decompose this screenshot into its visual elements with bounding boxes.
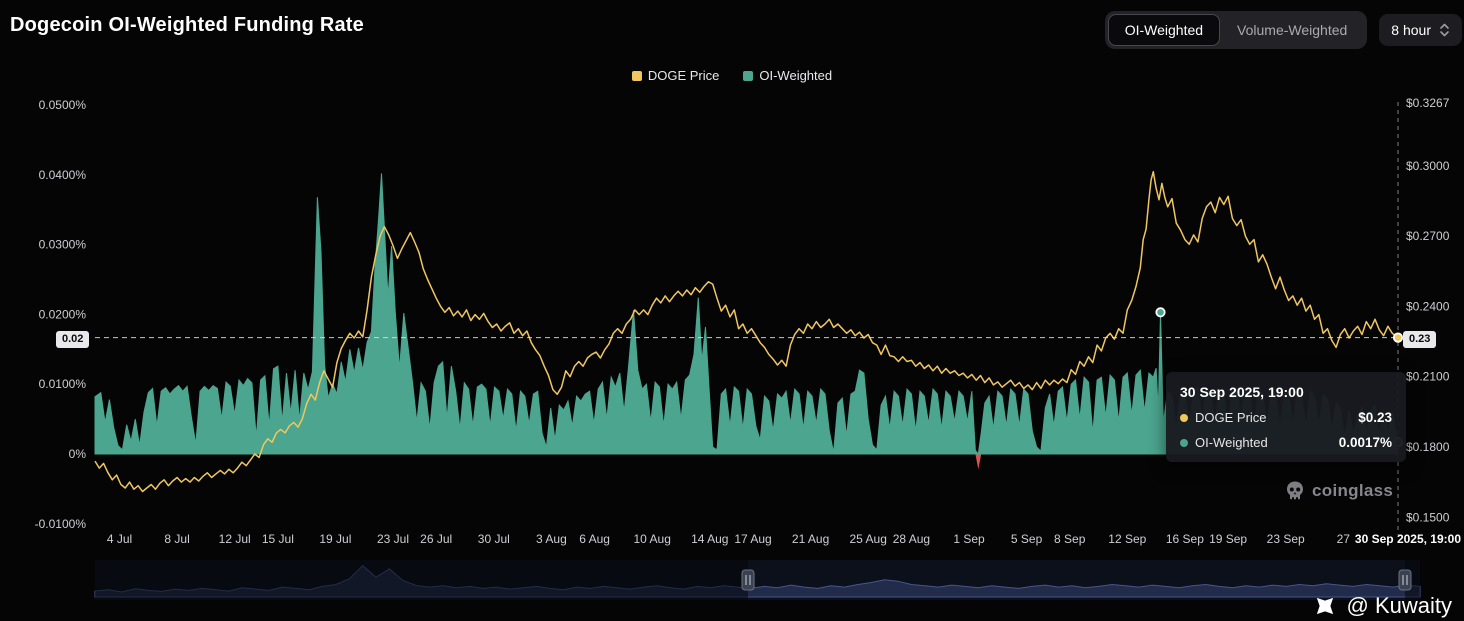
series-marker <box>1394 333 1402 341</box>
x-axis-tick: 3 Aug <box>536 532 567 546</box>
doge-price-dot <box>1180 414 1188 422</box>
x-axis-tick: 10 Aug <box>634 532 671 546</box>
left-axis-tick: 0.0500% <box>39 98 87 112</box>
oi-weighted-swatch <box>743 71 753 81</box>
tooltip-row-doge-price: DOGE Price $0.23 <box>1180 410 1392 425</box>
right-axis-tick: $0.2100 <box>1406 370 1450 384</box>
attribution-text: @ Kuwaity <box>1347 593 1452 619</box>
funding-crosshair-label: 0.02 <box>56 331 89 348</box>
x-axis-tick: 21 Aug <box>792 532 829 546</box>
left-axis-tick: 0.0300% <box>39 238 87 252</box>
price-crosshair-label: 0.23 <box>1403 331 1436 348</box>
current-time-label: 30 Sep 2025, 19:00 <box>1355 532 1461 546</box>
right-axis-tick: $0.1800 <box>1406 440 1450 454</box>
tab-volume-weighted[interactable]: Volume-Weighted <box>1220 14 1364 46</box>
header-controls: OI-Weighted Volume-Weighted 8 hour <box>1105 11 1462 49</box>
right-axis-tick: $0.2700 <box>1406 229 1450 243</box>
x-axis-tick: 8 Sep <box>1054 532 1086 546</box>
funding-rate-page: Dogecoin OI-Weighted Funding Rate OI-Wei… <box>0 0 1464 621</box>
legend-label-oi-weighted: OI-Weighted <box>759 68 832 83</box>
left-axis-tick: 0.0400% <box>39 168 87 182</box>
legend-item-oi-weighted[interactable]: OI-Weighted <box>743 68 832 83</box>
x-axis-tick: 23 Sep <box>1267 532 1305 546</box>
tooltip-row-oi-weighted: OI-Weighted 0.0017% <box>1180 435 1392 450</box>
x-axis-tick: 30 Jul <box>478 532 510 546</box>
x-axis-tick: 6 Aug <box>579 532 610 546</box>
attribution: @ Kuwaity <box>1312 593 1452 619</box>
tooltip-value-doge-price: $0.23 <box>1358 410 1392 425</box>
x-axis-tick: 14 Aug <box>691 532 728 546</box>
tooltip-label-doge-price: DOGE Price <box>1195 410 1267 425</box>
x-axis-tick: 1 Sep <box>953 532 985 546</box>
x-axis-tick: 5 Sep <box>1011 532 1043 546</box>
x-axis-tick: 19 Sep <box>1209 532 1247 546</box>
left-axis-tick: 0.0100% <box>39 377 87 391</box>
x-axis-tick: 25 Aug <box>850 532 887 546</box>
legend-label-doge-price: DOGE Price <box>648 68 720 83</box>
page-title: Dogecoin OI-Weighted Funding Rate <box>10 14 364 37</box>
coinglass-watermark: coinglass <box>1284 480 1393 502</box>
tab-oi-weighted[interactable]: OI-Weighted <box>1108 14 1220 46</box>
doge-price-swatch <box>632 71 642 81</box>
coinglass-skull-icon <box>1284 480 1306 502</box>
x-axis-tick: 4 Jul <box>107 532 132 546</box>
sort-arrows-icon <box>1439 22 1450 38</box>
navigator-handle-left[interactable] <box>742 570 754 590</box>
legend-item-doge-price[interactable]: DOGE Price <box>632 68 720 83</box>
oi-weighted-dot <box>1180 439 1188 447</box>
series-marker <box>1156 308 1164 316</box>
tooltip-label-oi-weighted: OI-Weighted <box>1195 435 1268 450</box>
x-axis-tick: 23 Jul <box>377 532 409 546</box>
x-axis-tick: 26 Jul <box>420 532 452 546</box>
tooltip-value-oi-weighted: 0.0017% <box>1339 435 1392 450</box>
range-navigator[interactable] <box>0 560 1464 600</box>
navigator-handle-right[interactable] <box>1399 570 1411 590</box>
right-axis-tick: $0.3267 <box>1406 96 1450 110</box>
weighting-toggle: OI-Weighted Volume-Weighted <box>1105 11 1368 49</box>
x-axis-tick: 8 Jul <box>164 532 189 546</box>
x-axis-tick: 17 Aug <box>734 532 771 546</box>
tooltip-timestamp: 30 Sep 2025, 19:00 <box>1180 384 1392 400</box>
right-axis-tick: $0.3000 <box>1406 159 1450 173</box>
chart-tooltip: 30 Sep 2025, 19:00 DOGE Price $0.23 OI-W… <box>1166 372 1406 462</box>
right-axis-tick: $0.2400 <box>1406 299 1450 313</box>
left-axis-tick: 0% <box>69 447 87 461</box>
interval-label: 8 hour <box>1391 22 1431 38</box>
x-axis-tick: 15 Jul <box>262 532 294 546</box>
x-axis-tick: 27 <box>1337 532 1351 546</box>
x-axis-tick: 12 Jul <box>219 532 251 546</box>
x-axis-tick: 19 Jul <box>319 532 351 546</box>
funding-rate-chart[interactable]: 0.0500% 0.0400% 0.0300% 0.0200% 0.0100% 0% -0.… <box>0 88 1464 560</box>
interval-select[interactable]: 8 hour <box>1379 14 1462 46</box>
x-axis-tick: 16 Sep <box>1166 532 1204 546</box>
navigator-mask-left <box>95 560 748 600</box>
left-axis-tick: 0.0200% <box>39 307 87 321</box>
x-axis-tick: 12 Sep <box>1108 532 1146 546</box>
kuwaity-logo-icon <box>1312 593 1338 619</box>
coinglass-wordmark: coinglass <box>1312 481 1393 501</box>
x-axis-tick: 28 Aug <box>893 532 930 546</box>
left-axis-tick: -0.0100% <box>35 517 87 531</box>
right-axis-tick: $0.1500 <box>1406 510 1450 524</box>
chart-legend: DOGE Price OI-Weighted <box>0 68 1464 83</box>
